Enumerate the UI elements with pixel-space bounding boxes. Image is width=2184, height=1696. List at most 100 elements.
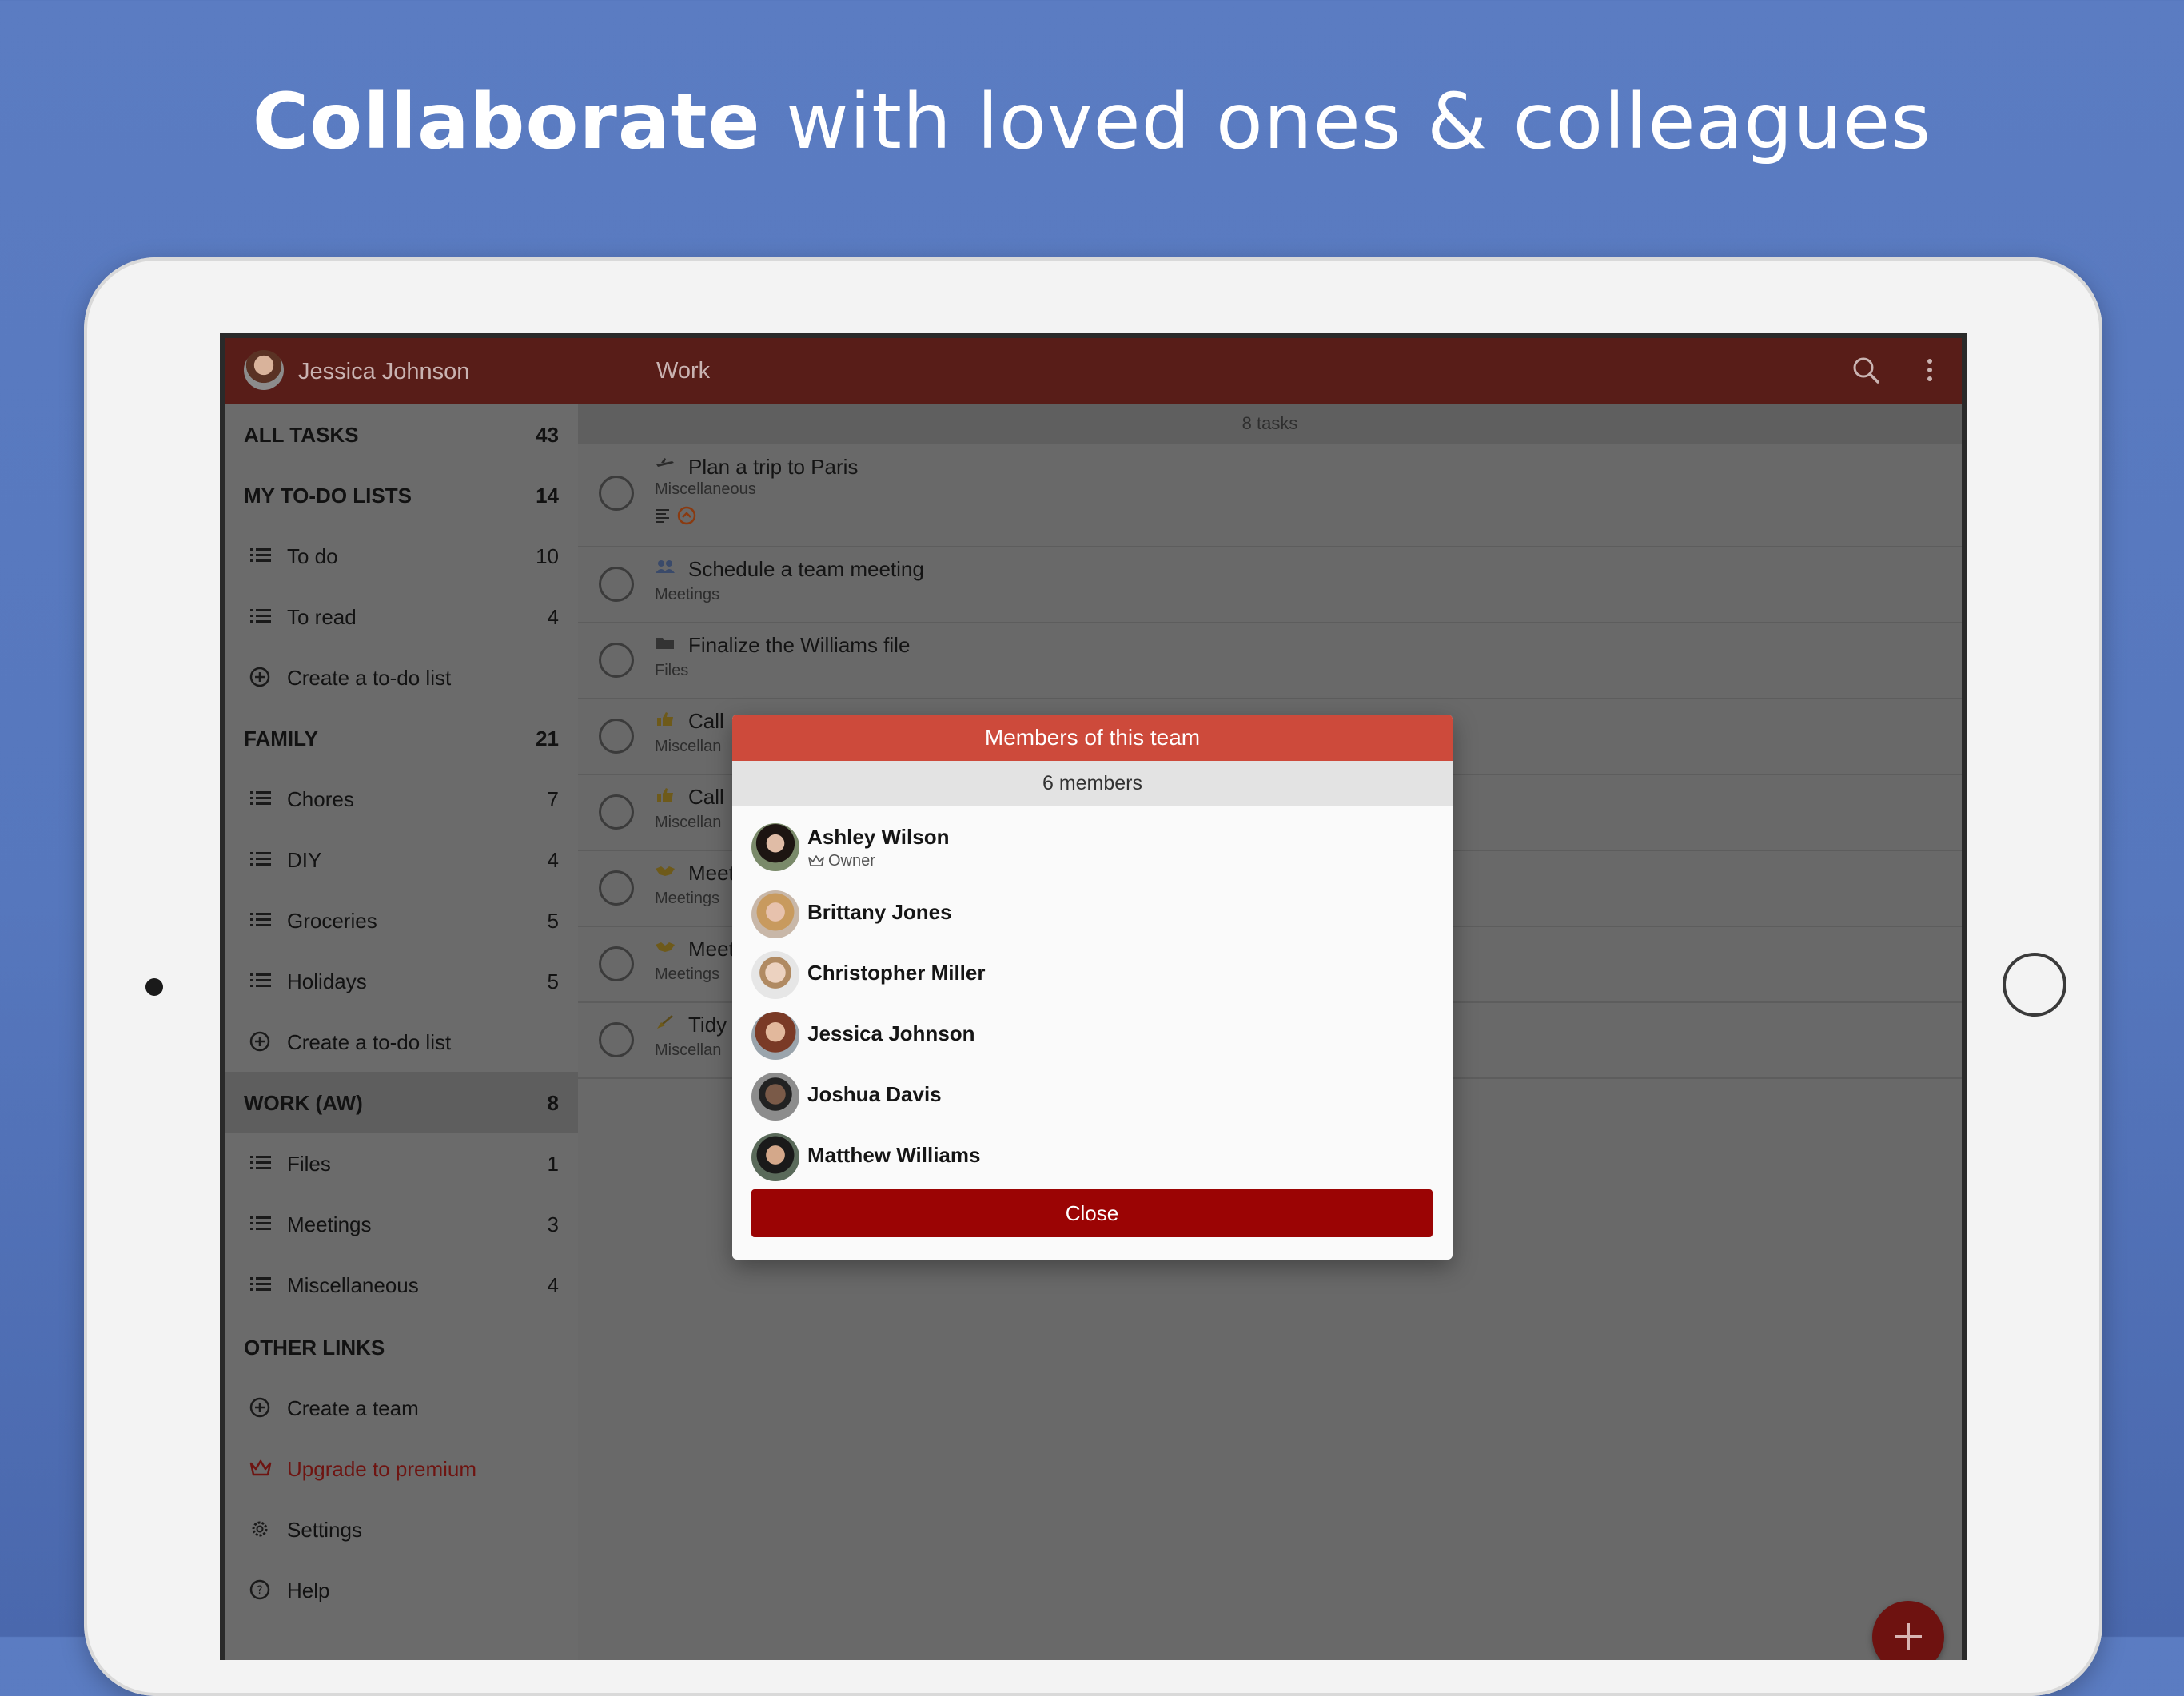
- headline: Collaborate with loved ones & colleagues: [0, 77, 2184, 166]
- team-members-dialog: Members of this team 6 members Ashley Wi…: [732, 715, 1453, 1260]
- sidebar-item-label: Meetings: [287, 1212, 372, 1236]
- add-circle-icon: [249, 667, 270, 687]
- sidebar-item-count: 5: [547, 909, 559, 933]
- sidebar-item-label: WORK (AW): [244, 1091, 363, 1115]
- home-button[interactable]: [2003, 953, 2066, 1017]
- sidebar-item-count: 10: [536, 544, 559, 568]
- task-checkbox[interactable]: [599, 719, 634, 754]
- priority-icon: [677, 506, 696, 525]
- member-item[interactable]: Christopher Miller: [751, 946, 1431, 1002]
- task-title: Meet: [688, 937, 735, 961]
- sidebar-item-label: Settings: [287, 1518, 362, 1542]
- task-checkbox[interactable]: [599, 476, 634, 511]
- sidebar-item-label: Create a to-do list: [287, 1030, 452, 1054]
- member-item[interactable]: Matthew Williams: [751, 1129, 1431, 1184]
- user-name[interactable]: Jessica Johnson: [298, 359, 469, 385]
- add-circle-icon: [249, 1031, 270, 1052]
- task-row[interactable]: Finalize the Williams file Files: [578, 622, 1962, 699]
- sidebar-item-holidays[interactable]: Holidays 5: [225, 950, 578, 1011]
- sidebar: ALL TASKS 43 MY TO-DO LISTS 14 To do 10 …: [225, 404, 580, 1660]
- member-item[interactable]: Brittany Jones: [751, 886, 1431, 942]
- sidebar-work[interactable]: WORK (AW) 8: [225, 1072, 578, 1133]
- task-list-name: Meetings: [655, 586, 720, 603]
- sidebar-item-label: Help: [287, 1579, 330, 1602]
- list-icon: [250, 852, 271, 866]
- member-name: Joshua Davis: [807, 1082, 942, 1106]
- sidebar-upgrade-premium[interactable]: Upgrade to premium: [225, 1438, 578, 1499]
- sidebar-item-groceries[interactable]: Groceries 5: [225, 890, 578, 950]
- sidebar-create-list[interactable]: Create a to-do list: [225, 1011, 578, 1072]
- task-title: Plan a trip to Paris: [688, 455, 859, 479]
- task-row[interactable]: Schedule a team meeting Meetings: [578, 546, 1962, 623]
- task-checkbox[interactable]: [599, 946, 634, 981]
- avatar: [751, 890, 799, 938]
- member-name: Matthew Williams: [807, 1143, 981, 1167]
- sidebar-item-label: DIY: [287, 848, 322, 872]
- member-name: Christopher Miller: [807, 961, 986, 985]
- task-title: Call: [688, 785, 724, 809]
- member-item[interactable]: Ashley Wilson Owner: [751, 818, 1431, 874]
- task-checkbox[interactable]: [599, 643, 634, 678]
- top-bar: Jessica Johnson Work: [225, 338, 1962, 404]
- task-row[interactable]: Plan a trip to Paris Miscellaneous: [578, 444, 1962, 547]
- broom-icon: [657, 1015, 673, 1029]
- avatar: [751, 951, 799, 999]
- sidebar-settings[interactable]: Settings: [225, 1499, 578, 1559]
- sidebar-item-label: OTHER LINKS: [244, 1336, 385, 1360]
- sidebar-family[interactable]: FAMILY 21: [225, 707, 578, 768]
- sidebar-item-label: To read: [287, 605, 357, 629]
- member-count: 6 members: [732, 761, 1453, 806]
- sidebar-item-to-read[interactable]: To read 4: [225, 586, 578, 647]
- avatar: [751, 823, 799, 871]
- avatar: [751, 1073, 799, 1121]
- list-icon: [250, 1277, 271, 1291]
- sidebar-item-label: Upgrade to premium: [287, 1457, 476, 1481]
- sidebar-item-label: MY TO-DO LISTS: [244, 484, 412, 508]
- task-checkbox[interactable]: [599, 567, 634, 602]
- notes-icon: [656, 509, 669, 523]
- task-list-name: Miscellan: [655, 738, 722, 755]
- sidebar-create-team[interactable]: Create a team: [225, 1377, 578, 1438]
- sidebar-help[interactable]: ? Help: [225, 1559, 578, 1620]
- close-button[interactable]: Close: [751, 1189, 1433, 1237]
- member-item[interactable]: Jessica Johnson: [751, 1007, 1431, 1063]
- handshake-icon: [656, 942, 675, 952]
- add-task-button[interactable]: [1872, 1601, 1944, 1660]
- list-icon: [250, 1156, 271, 1169]
- avatar: [751, 1012, 799, 1060]
- task-title: Tidy: [688, 1013, 727, 1037]
- sidebar-item-files[interactable]: Files 1: [225, 1133, 578, 1193]
- list-icon: [250, 548, 271, 562]
- member-name: Jessica Johnson: [807, 1021, 975, 1045]
- sidebar-item-diy[interactable]: DIY 4: [225, 829, 578, 890]
- list-icon: [250, 973, 271, 987]
- task-checkbox[interactable]: [599, 870, 634, 906]
- member-item[interactable]: Joshua Davis: [751, 1068, 1431, 1124]
- task-title: Finalize the Williams file: [688, 633, 911, 657]
- search-icon[interactable]: [1850, 354, 1882, 386]
- task-count: 8 tasks: [578, 404, 1962, 444]
- sidebar-all-tasks[interactable]: ALL TASKS 43: [225, 404, 578, 464]
- svg-text:?: ?: [257, 1584, 262, 1597]
- sidebar-item-miscellaneous[interactable]: Miscellaneous 4: [225, 1254, 578, 1315]
- task-list-name: Meetings: [655, 965, 720, 983]
- list-icon: [250, 913, 271, 926]
- sidebar-create-list[interactable]: Create a to-do list: [225, 647, 578, 707]
- sidebar-item-label: Chores: [287, 787, 354, 811]
- task-list-name: Meetings: [655, 890, 720, 907]
- sidebar-item-meetings[interactable]: Meetings 3: [225, 1193, 578, 1254]
- thumbs-up-icon: [657, 712, 673, 726]
- add-circle-icon: [249, 1397, 270, 1418]
- task-checkbox[interactable]: [599, 794, 634, 830]
- more-vert-icon[interactable]: [1922, 354, 1938, 386]
- sidebar-item-chores[interactable]: Chores 7: [225, 768, 578, 829]
- user-avatar[interactable]: [244, 350, 284, 390]
- handshake-icon: [656, 866, 675, 876]
- headline-rest: with loved ones & colleagues: [760, 77, 1932, 166]
- sidebar-my-lists[interactable]: MY TO-DO LISTS 14: [225, 464, 578, 525]
- task-checkbox[interactable]: [599, 1022, 634, 1057]
- sidebar-item-count: 4: [547, 848, 559, 872]
- section-title: Work: [656, 358, 711, 384]
- sidebar-item-to-do[interactable]: To do 10: [225, 525, 578, 586]
- crown-icon: [249, 1459, 272, 1476]
